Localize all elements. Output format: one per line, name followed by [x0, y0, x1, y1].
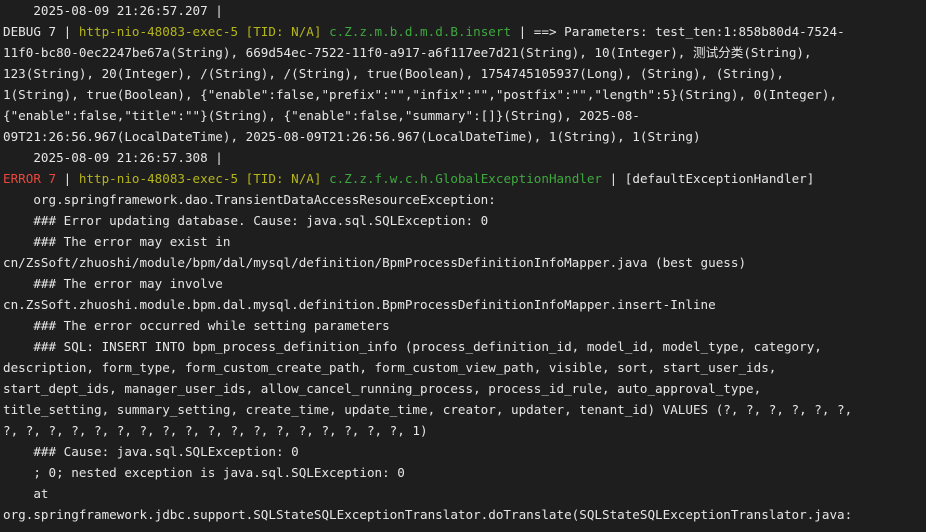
log-line: cn/ZsSoft/zhuoshi/module/bpm/dal/mysql/d… [3, 255, 747, 270]
separator: | [602, 171, 625, 186]
thread-name: http-nio-48083-exec-5 [TID: N/A] [78, 24, 322, 39]
log-line: org.springframework.jdbc.support.SQLStat… [3, 507, 853, 522]
log-line: start_dept_ids, manager_user_ids, allow_… [3, 381, 762, 396]
log-line: {"enable":false,"title":""}(String), {"e… [3, 108, 640, 123]
log-level: ERROR 7 [3, 171, 57, 186]
log-line: ### The error occurred while setting par… [3, 318, 390, 333]
log-console[interactable]: 2025-08-09 21:26:57.207 | DEBUG 7 | http-… [0, 0, 926, 532]
thread-name: http-nio-48083-exec-5 [TID: N/A] [78, 171, 322, 186]
log-line: title_setting, summary_setting, create_t… [3, 402, 853, 417]
log-line: 2025-08-09 21:26:57.207 | [3, 3, 223, 18]
separator: | [511, 24, 534, 39]
log-entry-header: ERROR 7 | http-nio-48083-exec-5 [TID: N/… [3, 168, 926, 189]
separator: | [56, 24, 79, 39]
log-entry-header: DEBUG 7 | http-nio-48083-exec-5 [TID: N/… [3, 21, 926, 42]
log-message: [defaultExceptionHandler] [624, 171, 815, 186]
log-line: ### The error may exist in [3, 234, 231, 249]
log-line: 11f0-bc80-0ec2247be67a(String), 669d54ec… [3, 45, 812, 60]
log-line: 1(String), true(Boolean), {"enable":fals… [3, 87, 838, 102]
log-line: ; 0; nested exception is java.sql.SQLExc… [3, 465, 405, 480]
log-line: ### The error may involve [3, 276, 223, 291]
log-line: 123(String), 20(Integer), /(String), /(S… [3, 66, 784, 81]
separator: | [56, 171, 79, 186]
log-line: ### Cause: java.sql.SQLException: 0 [3, 444, 299, 459]
log-level: DEBUG 7 [3, 24, 57, 39]
log-line: ### Error updating database. Cause: java… [3, 213, 489, 228]
log-line: cn.ZsSoft.zhuoshi.module.bpm.dal.mysql.d… [3, 297, 716, 312]
log-message: ==> Parameters: test_ten:1:858b80d4-7524… [533, 24, 845, 39]
log-line: ### SQL: INSERT INTO bpm_process_definit… [3, 339, 822, 354]
log-line: org.springframework.dao.TransientDataAcc… [3, 192, 496, 207]
logger-name: c.Z.z.f.w.c.h.GlobalExceptionHandler [329, 171, 603, 186]
logger-name: c.Z.z.m.b.d.m.d.B.insert [329, 24, 512, 39]
log-line: 2025-08-09 21:26:57.308 | [3, 150, 223, 165]
log-line: at [3, 486, 49, 501]
log-line: description, form_type, form_custom_crea… [3, 360, 777, 375]
log-line: 09T21:26:56.967(LocalDateTime), 2025-08-… [3, 129, 701, 144]
log-line: ?, ?, ?, ?, ?, ?, ?, ?, ?, ?, ?, ?, ?, ?… [3, 423, 428, 438]
